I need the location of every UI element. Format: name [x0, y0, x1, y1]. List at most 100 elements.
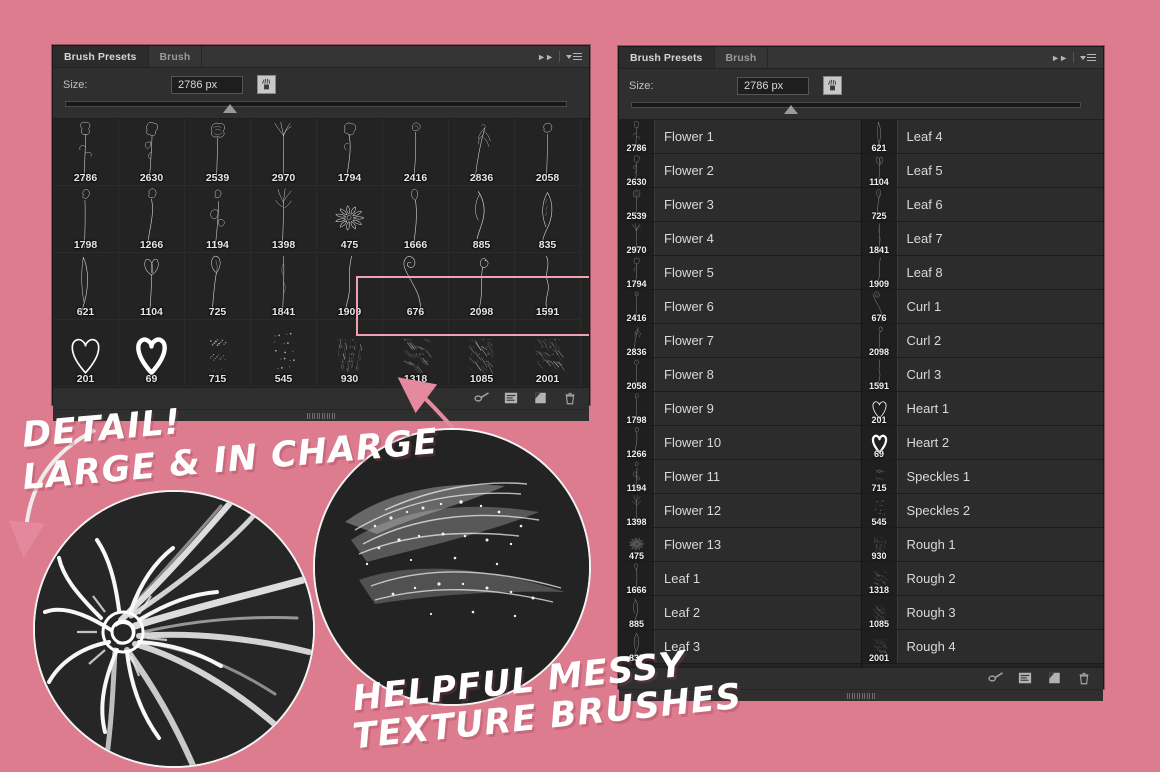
brush-grid-cell[interactable]: 715 — [185, 320, 251, 387]
brush-list-item[interactable]: 545 Speckles 2 — [861, 494, 1103, 528]
brush-thumbnail-curl-b — [449, 253, 514, 319]
brush-list-item[interactable]: 1666 Leaf 1 — [619, 562, 861, 596]
brush-list-item[interactable]: 69 Heart 2 — [861, 426, 1103, 460]
brush-thumbnail-flower-i — [53, 186, 118, 252]
brush-thumbnail-leaf-f — [185, 253, 250, 319]
brush-list-item[interactable]: 1798 Flower 9 — [619, 392, 861, 426]
brush-grid-cell[interactable]: 69 — [119, 320, 185, 387]
slider-thumb[interactable] — [784, 105, 798, 114]
brush-list-item[interactable]: 1085 Rough 3 — [861, 596, 1103, 630]
brush-grid-cell[interactable]: 1398 — [251, 186, 317, 253]
brush-list-item[interactable]: 1591 Curl 3 — [861, 358, 1103, 392]
panel-menu-icon[interactable] — [566, 53, 582, 60]
brush-grid-cell[interactable]: 676 — [383, 253, 449, 320]
new-brush-icon[interactable] — [1047, 671, 1063, 686]
brush-name-label: Flower 13 — [664, 537, 722, 552]
tab-brush-right[interactable]: Brush — [715, 47, 769, 68]
brush-list-item[interactable]: 1266 Flower 10 — [619, 426, 861, 460]
brush-grid-cell[interactable]: 201 — [53, 320, 119, 387]
preset-manager-icon[interactable] — [503, 391, 519, 406]
brush-grid-cell[interactable]: 2098 — [449, 253, 515, 320]
brush-grid-cell[interactable]: 1666 — [383, 186, 449, 253]
brush-grid-cell[interactable]: 1266 — [119, 186, 185, 253]
brush-grid-cell[interactable]: 2970 — [251, 119, 317, 186]
brush-list-item[interactable]: 1909 Leaf 8 — [861, 256, 1103, 290]
brush-grid-cell[interactable]: 475 — [317, 186, 383, 253]
brush-thumbnail-leaf-b — [449, 186, 514, 252]
brush-grid-cell[interactable]: 725 — [185, 253, 251, 320]
brush-list-item[interactable]: 1194 Flower 11 — [619, 460, 861, 494]
brush-list-item[interactable]: 1104 Leaf 5 — [861, 154, 1103, 188]
new-brush-preset-icon[interactable] — [823, 76, 842, 95]
size-value-left[interactable]: 2786 px — [171, 75, 243, 94]
brush-list-item[interactable]: 1318 Rough 2 — [861, 562, 1103, 596]
brush-list-item[interactable]: 725 Leaf 6 — [861, 188, 1103, 222]
brush-grid-cell[interactable]: 2058 — [515, 119, 581, 186]
size-value-right[interactable]: 2786 px — [737, 76, 809, 95]
brush-grid-cell[interactable]: 1909 — [317, 253, 383, 320]
brush-list-item[interactable]: 2058 Flower 8 — [619, 358, 861, 392]
brush-grid-cell[interactable]: 2416 — [383, 119, 449, 186]
brush-grid-row: 201 69 715 545 930 1318 1085 2001 — [53, 320, 589, 387]
brush-grid-cell[interactable]: 1591 — [515, 253, 581, 320]
new-brush-preset-icon[interactable] — [257, 75, 276, 94]
brush-list-item[interactable]: 2098 Curl 2 — [861, 324, 1103, 358]
brush-list-item[interactable]: 885 Leaf 2 — [619, 596, 861, 630]
brush-list-item[interactable]: 2786 Flower 1 — [619, 120, 861, 154]
brush-grid-cell[interactable]: 835 — [515, 186, 581, 253]
brush-list-item[interactable]: 1841 Leaf 7 — [861, 222, 1103, 256]
brush-grid-cell[interactable]: 2001 — [515, 320, 581, 387]
brush-stroke-icon[interactable] — [987, 671, 1003, 686]
brush-name-label: Heart 1 — [906, 401, 950, 416]
brush-name-label: Curl 3 — [906, 367, 942, 382]
brush-grid-cell[interactable]: 2539 — [185, 119, 251, 186]
trash-icon[interactable] — [563, 391, 579, 406]
slider-thumb[interactable] — [223, 104, 237, 113]
preset-manager-icon[interactable] — [1017, 671, 1033, 686]
brush-thumbnail-flower-j: 1266 — [619, 426, 655, 459]
brush-list-item[interactable]: 2970 Flower 4 — [619, 222, 861, 256]
brush-list-item[interactable]: 1794 Flower 5 — [619, 256, 861, 290]
brush-grid-cell[interactable]: 1318 — [383, 320, 449, 387]
brush-list-item[interactable]: 2539 Flower 3 — [619, 188, 861, 222]
brush-list-item[interactable]: 475 Flower 13 — [619, 528, 861, 562]
brush-list-item[interactable]: 201 Heart 1 — [861, 392, 1103, 426]
brush-grid-cell[interactable]: 1841 — [251, 253, 317, 320]
brush-stroke-icon[interactable] — [473, 391, 489, 406]
brush-list-item[interactable]: 930 Rough 1 — [861, 528, 1103, 562]
brush-grid-cell[interactable]: 2630 — [119, 119, 185, 186]
brush-grid-cell[interactable]: 1794 — [317, 119, 383, 186]
brush-grid-cell[interactable]: 2836 — [449, 119, 515, 186]
brush-grid-cell[interactable]: 1798 — [53, 186, 119, 253]
brush-presets-panel-right: Brush Presets Brush ►► Size: 2786 px 278… — [618, 46, 1104, 701]
size-slider-left[interactable] — [63, 99, 579, 113]
brush-thumbnail-flower-l — [251, 186, 316, 252]
brush-grid-cell[interactable]: 1104 — [119, 253, 185, 320]
tab-brush-left[interactable]: Brush — [149, 46, 203, 67]
brush-grid-cell[interactable]: 545 — [251, 320, 317, 387]
collapse-double-arrow-icon[interactable]: ►► — [1051, 53, 1068, 63]
brush-grid-cell[interactable]: 621 — [53, 253, 119, 320]
brush-list-item[interactable]: 2001 Rough 4 — [861, 630, 1103, 664]
brush-grid-cell[interactable]: 2786 — [53, 119, 119, 186]
brush-grid-cell[interactable]: 930 — [317, 320, 383, 387]
brush-list-item[interactable]: 2836 Flower 7 — [619, 324, 861, 358]
tab-brush-presets-right[interactable]: Brush Presets — [619, 47, 715, 68]
brush-grid-cell[interactable]: 1194 — [185, 186, 251, 253]
brush-name-label: Flower 3 — [664, 197, 714, 212]
brush-list-item[interactable]: 676 Curl 1 — [861, 290, 1103, 324]
brush-list-item[interactable]: 621 Leaf 4 — [861, 120, 1103, 154]
brush-presets-panel-left: Brush Presets Brush ►► Size: 2786 px 278… — [52, 45, 590, 421]
trash-icon[interactable] — [1077, 671, 1093, 686]
new-brush-icon[interactable] — [533, 391, 549, 406]
brush-list-item[interactable]: 715 Speckles 1 — [861, 460, 1103, 494]
brush-grid-cell[interactable]: 885 — [449, 186, 515, 253]
collapse-double-arrow-icon[interactable]: ►► — [537, 52, 554, 62]
panel-menu-icon[interactable] — [1080, 54, 1096, 61]
brush-list-item[interactable]: 2630 Flower 2 — [619, 154, 861, 188]
brush-list-item[interactable]: 2416 Flower 6 — [619, 290, 861, 324]
tab-brush-presets-left[interactable]: Brush Presets — [53, 46, 149, 67]
brush-grid-cell[interactable]: 1085 — [449, 320, 515, 387]
size-slider-right[interactable] — [629, 100, 1093, 114]
brush-list-item[interactable]: 1398 Flower 12 — [619, 494, 861, 528]
